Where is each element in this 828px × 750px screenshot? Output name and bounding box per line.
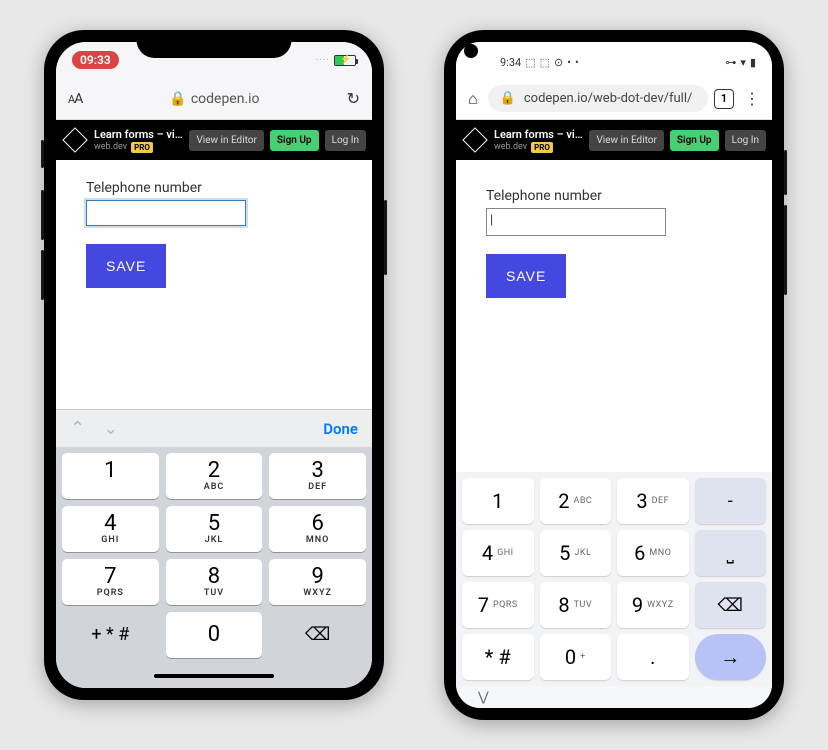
codepen-logo-icon: [462, 127, 487, 152]
camera-punch-hole: [464, 44, 478, 58]
keypad-key-6[interactable]: 6MNO: [269, 506, 366, 552]
android-time: 9:34: [500, 56, 521, 69]
keypad-key-4[interactable]: 4GHI: [62, 506, 159, 552]
keypad-key-sym[interactable]: ⎵: [695, 530, 767, 576]
keypad-key-9[interactable]: 9WXYZ: [269, 559, 366, 605]
keypad-key-5[interactable]: 5JKL: [166, 506, 263, 552]
status-icon: ⊙: [554, 56, 563, 69]
input-cursor: |: [490, 213, 493, 228]
keypad-key-sym[interactable]: + * #: [62, 612, 159, 658]
iphone-device: 09:33 ···· ⚡ AA 🔒 codepen.io ↻ Learn for…: [44, 30, 384, 700]
battery-icon: ▮: [750, 56, 756, 69]
status-icon: •: [575, 56, 579, 69]
page-content: Telephone number | SAVE: [456, 160, 772, 472]
keypad-key-zero[interactable]: 0: [166, 612, 263, 658]
keypad-key-6[interactable]: 6MNO: [617, 530, 689, 576]
menu-button[interactable]: ⋮: [740, 89, 764, 108]
keypad-key-sym[interactable]: * #: [462, 634, 534, 680]
url-display[interactable]: 🔒 codepen.io/web-dot-dev/full/: [488, 85, 708, 112]
wifi-icon: ▾: [740, 56, 746, 69]
android-nav-bar: ⋁: [456, 686, 772, 708]
keypad-key-0[interactable]: 0+: [540, 634, 612, 680]
keypad-key-2[interactable]: 2ABC: [166, 453, 263, 499]
pen-author: web.dev: [94, 142, 127, 152]
lock-icon: 🔒: [169, 91, 186, 107]
page-content: Telephone number SAVE: [56, 160, 372, 409]
keypad-key-sym[interactable]: ⌫: [695, 582, 767, 628]
signup-button[interactable]: Sign Up: [670, 130, 719, 151]
signup-button[interactable]: Sign Up: [270, 130, 319, 151]
save-button[interactable]: SAVE: [486, 254, 566, 298]
tab-switcher-button[interactable]: 1: [714, 89, 734, 109]
android-device: 9:34 ⬚ ⬚ ⊙ • • ⊶ ▾ ▮ ⌂ 🔒 codepen.io/web-…: [444, 30, 784, 720]
telephone-label: Telephone number: [86, 180, 342, 196]
android-status-bar: 9:34 ⬚ ⬚ ⊙ • • ⊶ ▾ ▮: [456, 42, 772, 78]
home-button[interactable]: ⌂: [464, 89, 482, 109]
telephone-label: Telephone number: [486, 188, 742, 204]
ios-time-pill: 09:33: [72, 51, 119, 69]
pro-badge: PRO: [131, 142, 153, 153]
pen-author: web.dev: [494, 142, 527, 152]
keypad-key-sym[interactable]: .: [617, 634, 689, 680]
next-field-button[interactable]: ⌄: [103, 418, 118, 439]
prev-field-button[interactable]: ⌃: [70, 418, 85, 439]
android-number-keypad: 12ABC3DEF- 4GHI5JKL6MNO⎵ 7PQRS8TUV9WXYZ⌫ * …: [456, 472, 772, 686]
ios-number-keypad: 1 2ABC3DEF 4GHI5JKL6MNO 7PQRS8TUV9WXYZ + * …: [56, 447, 372, 664]
pro-badge: PRO: [531, 142, 553, 153]
keypad-key-3[interactable]: 3DEF: [617, 478, 689, 524]
view-editor-button[interactable]: View in Editor: [589, 130, 663, 151]
signal-dots-icon: ····: [316, 55, 330, 66]
reload-button[interactable]: ↻: [347, 89, 360, 108]
status-icon: •: [567, 56, 571, 69]
codepen-header: Learn forms – virt... web.dev PRO View i…: [56, 120, 372, 160]
keypad-key-del[interactable]: ⌫: [269, 612, 366, 658]
keypad-key-sym[interactable]: -: [695, 478, 767, 524]
keypad-key-3[interactable]: 3DEF: [269, 453, 366, 499]
keypad-key-8[interactable]: 8TUV: [540, 582, 612, 628]
keypad-key-5[interactable]: 5JKL: [540, 530, 612, 576]
pen-title: Learn forms – virt...: [94, 128, 183, 141]
ios-home-indicator: [56, 664, 372, 688]
keypad-key-7[interactable]: 7PQRS: [462, 582, 534, 628]
keypad-key-2[interactable]: 2ABC: [540, 478, 612, 524]
status-icon: ⬚: [540, 56, 550, 69]
keypad-key-sym[interactable]: →: [695, 634, 767, 680]
login-button[interactable]: Log In: [725, 130, 766, 151]
vpn-icon: ⊶: [725, 56, 736, 69]
keyboard-done-button[interactable]: Done: [323, 420, 358, 438]
codepen-header: Learn forms – virt... web.dev PRO View i…: [456, 120, 772, 160]
battery-icon: ⚡: [334, 55, 356, 66]
save-button[interactable]: SAVE: [86, 244, 166, 288]
iphone-notch: [137, 30, 292, 58]
telephone-input[interactable]: [486, 208, 666, 236]
ios-keyboard-accessory: ⌃ ⌄ Done: [56, 409, 372, 447]
keypad-key-9[interactable]: 9WXYZ: [617, 582, 689, 628]
lock-icon: 🔒: [500, 91, 516, 106]
keypad-key-4[interactable]: 4GHI: [462, 530, 534, 576]
codepen-logo-icon: [62, 127, 87, 152]
url-display[interactable]: 🔒 codepen.io: [92, 91, 336, 107]
android-address-bar: ⌂ 🔒 codepen.io/web-dot-dev/full/ 1 ⋮: [456, 78, 772, 120]
keypad-key-8[interactable]: 8TUV: [166, 559, 263, 605]
text-size-button[interactable]: AA: [68, 91, 82, 107]
nav-collapse-button[interactable]: ⋁: [478, 690, 489, 705]
keypad-key-1[interactable]: 1: [462, 478, 534, 524]
pen-title: Learn forms – virt...: [494, 128, 583, 141]
ios-address-bar: AA 🔒 codepen.io ↻: [56, 78, 372, 120]
telephone-input[interactable]: [86, 200, 246, 226]
view-editor-button[interactable]: View in Editor: [189, 130, 263, 151]
keypad-key-7[interactable]: 7PQRS: [62, 559, 159, 605]
keypad-key-1[interactable]: 1: [62, 453, 159, 499]
status-icon: ⬚: [525, 56, 535, 69]
login-button[interactable]: Log In: [325, 130, 366, 151]
